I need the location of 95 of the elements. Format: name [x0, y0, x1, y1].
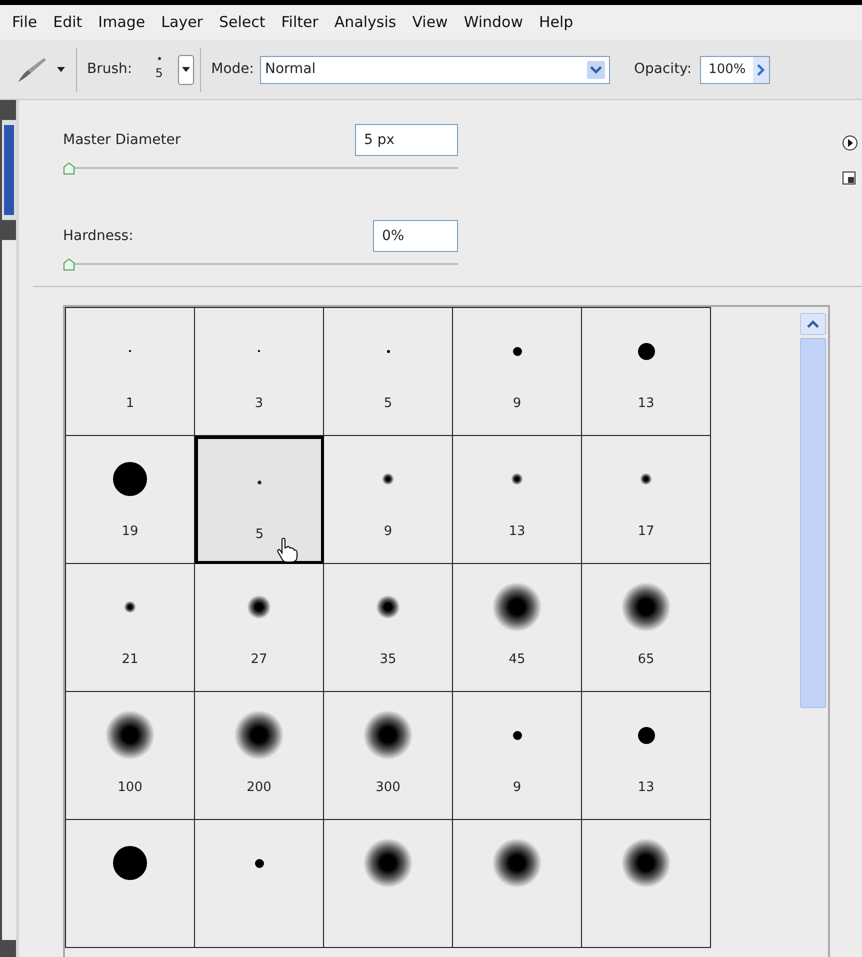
brush-preset[interactable]: 65 [582, 564, 711, 692]
slider-thumb[interactable] [63, 258, 75, 271]
brush-size-label: 17 [638, 523, 654, 541]
brush-tip-icon [254, 858, 264, 868]
opacity-field[interactable]: 100% [700, 56, 770, 84]
brush-preset[interactable]: 3 [195, 308, 324, 436]
brush-size-label: 65 [638, 651, 654, 669]
brush-size-label: 1 [126, 395, 134, 413]
brush-preset[interactable]: 200 [195, 692, 324, 820]
brush-size-label: 5 [255, 526, 264, 544]
new-item-icon[interactable] [842, 171, 856, 185]
brush-tip-icon [386, 350, 390, 352]
slider-track[interactable] [63, 162, 458, 174]
menu-item[interactable]: Analysis [326, 11, 404, 34]
brush-preset[interactable]: 1 [66, 308, 195, 436]
menu-item[interactable]: Select [210, 11, 274, 34]
slider-track[interactable] [63, 258, 458, 270]
chevron-down-icon[interactable] [587, 60, 605, 78]
brush-size-label: 13 [638, 395, 654, 413]
brush-preset[interactable]: 13 [453, 436, 582, 564]
scroll-up-button[interactable] [800, 313, 826, 335]
menu-item[interactable]: File [4, 11, 46, 34]
brush-preset[interactable]: 9 [453, 308, 582, 436]
brush-size-label: 9 [512, 395, 522, 413]
brush-size-label: 100 [118, 779, 142, 797]
hand-cursor-icon [276, 537, 298, 563]
brush-preset[interactable]: 19 [66, 436, 195, 564]
brush-label: Brush: [87, 60, 132, 79]
mode-label: Mode: [211, 60, 254, 79]
brush-preview-icon [158, 57, 161, 60]
brush-tip-icon [382, 473, 394, 485]
value-field[interactable]: 0% [373, 220, 458, 252]
brush-size-label: 35 [380, 651, 396, 669]
menu-item[interactable]: Filter [273, 11, 326, 34]
brush-preset[interactable]: 13 [582, 692, 711, 820]
brush-size-label: 13 [508, 523, 526, 541]
menu-item[interactable]: Layer [153, 11, 211, 34]
slider-label: Hardness: [63, 226, 134, 246]
brush-preset[interactable]: 5 [195, 436, 324, 564]
brush-size-label: 9 [512, 779, 522, 797]
scroll-thumb[interactable] [800, 338, 826, 708]
brush-size-label: 5 [384, 395, 392, 413]
brush-size: 5 [155, 65, 163, 82]
brush-tip-icon [638, 726, 654, 744]
caret-icon[interactable] [56, 66, 66, 72]
brush-preset[interactable]: 300 [324, 692, 453, 820]
slider-label: Master Diameter [63, 130, 181, 150]
brush-size-label: 27 [250, 651, 268, 669]
menu-item[interactable]: Window [456, 11, 531, 34]
brush-tip-icon [640, 473, 652, 485]
brush-preset[interactable]: 5 [324, 308, 453, 436]
value-field[interactable]: 5 px [355, 124, 458, 156]
brush-size-label: 19 [122, 523, 138, 541]
opacity-label: Opacity: [634, 60, 692, 79]
brush-preset[interactable] [324, 820, 453, 948]
brush-preset[interactable]: 9 [453, 692, 582, 820]
menu-item[interactable]: Edit [45, 11, 90, 34]
arrow-right-icon[interactable] [752, 56, 769, 82]
slider-thumb[interactable] [63, 162, 75, 175]
brush-preset[interactable] [66, 820, 195, 948]
brush-tip-icon [113, 462, 147, 496]
play-menu-icon[interactable] [842, 135, 858, 151]
brush-preset[interactable] [582, 820, 711, 948]
brush-dropdown-button[interactable] [178, 54, 194, 84]
brush-tip-icon [257, 480, 262, 484]
brush-size-label: 300 [376, 779, 400, 797]
brush-size-label: 3 [254, 395, 264, 413]
menu-item[interactable]: Help [531, 11, 582, 34]
brush-size-label: 21 [122, 651, 138, 669]
brush-size-label: 9 [384, 523, 392, 541]
brush-tip-icon [113, 846, 147, 880]
brush-size-label: 13 [638, 779, 654, 797]
brush-size-label: 200 [246, 779, 272, 797]
brush-preset[interactable]: 13 [582, 308, 711, 436]
brush-preset[interactable]: 17 [582, 436, 711, 564]
brush-preset[interactable]: 35 [324, 564, 453, 692]
menu-item[interactable]: Image [90, 11, 154, 34]
brush-tip-icon [247, 595, 271, 619]
brush-preset[interactable]: 45 [453, 564, 582, 692]
brush-tip-icon [124, 601, 136, 613]
menu-item[interactable]: View [404, 11, 456, 34]
brush-tip-icon [376, 595, 400, 619]
brush-tip-icon [512, 730, 522, 740]
caret-icon [182, 67, 190, 72]
brush-tip-icon [638, 342, 654, 360]
chevron-up-icon [807, 320, 819, 328]
brush-size-label: 45 [508, 651, 526, 669]
brush-preset[interactable]: 27 [195, 564, 324, 692]
brush-preset[interactable]: 9 [324, 436, 453, 564]
brush-preset[interactable]: 100 [66, 692, 195, 820]
brush-tip-icon [512, 346, 522, 356]
mode-dropdown[interactable]: Normal [260, 56, 610, 84]
brush-preset[interactable]: 21 [66, 564, 195, 692]
brush-tip-icon [511, 473, 523, 485]
brush-preset[interactable] [453, 820, 582, 948]
